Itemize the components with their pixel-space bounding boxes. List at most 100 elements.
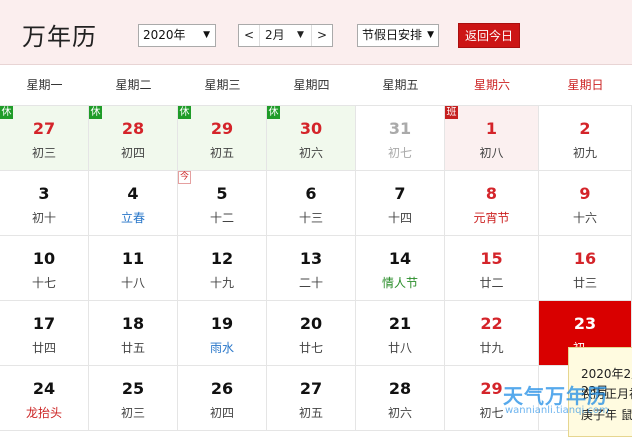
day-cell[interactable]: 7 十四 <box>356 171 445 236</box>
lunar-date: 初八 <box>479 146 504 160</box>
day-cell[interactable]: 26 初四 <box>178 366 267 431</box>
day-number: 2 <box>579 119 591 138</box>
day-number: 14 <box>388 249 412 268</box>
day-number: 16 <box>573 249 597 268</box>
day-cell[interactable]: 3 初十 <box>0 171 89 236</box>
day-cell[interactable]: 18 廿五 <box>89 301 178 366</box>
month-selector[interactable]: < 2月 ▼ > <box>238 24 333 47</box>
lunar-date: 初四 <box>209 406 234 420</box>
lunar-date: 初三 <box>31 146 56 160</box>
day-number: 8 <box>485 184 498 203</box>
day-number: 29 <box>210 119 234 138</box>
weekday-label: 星期一 <box>26 78 63 92</box>
lunar-date: 初七 <box>387 146 412 160</box>
lunar-date: 廿三 <box>572 276 597 290</box>
day-number: 11 <box>121 249 145 268</box>
day-cell[interactable]: 25 初三 <box>89 366 178 431</box>
lunar-date: 廿二 <box>479 276 504 290</box>
lunar-date: 十六 <box>572 211 597 225</box>
day-cell[interactable]: 休 28 初四 <box>89 106 178 171</box>
lunar-date: 十三 <box>298 211 323 225</box>
day-number: 23 <box>573 314 597 333</box>
day-cell[interactable]: 8 元宵节 <box>445 171 539 236</box>
day-number: 26 <box>210 379 234 398</box>
day-number: 21 <box>388 314 412 333</box>
day-number: 24 <box>32 379 56 398</box>
day-number: 9 <box>579 184 591 203</box>
day-cell[interactable]: 班 1 初八 <box>445 106 539 171</box>
day-cell[interactable]: 21 廿八 <box>356 301 445 366</box>
back-to-today-button[interactable]: 返回今日 <box>458 23 520 48</box>
lunar-date: 初九 <box>572 146 597 160</box>
lunar-date: 初六 <box>387 406 412 420</box>
holiday-select[interactable]: 节假日安排 ▼ <box>357 24 439 47</box>
day-number: 17 <box>32 314 56 333</box>
day-cell[interactable]: 4 立春 <box>89 171 178 236</box>
day-cell[interactable]: 20 廿七 <box>267 301 356 366</box>
lunar-date: 廿五 <box>120 341 145 355</box>
day-cell[interactable]: 17 廿四 <box>0 301 89 366</box>
rest-badge: 休 <box>89 106 102 119</box>
weekday-label: 星期五 <box>382 78 419 92</box>
day-cell[interactable]: 15 廿二 <box>445 236 539 301</box>
month-select-value[interactable]: 2月 <box>265 25 285 46</box>
day-number: 30 <box>299 119 323 138</box>
chevron-down-icon: ▼ <box>297 30 304 40</box>
day-cell[interactable]: 14 情人节 <box>356 236 445 301</box>
day-number: 27 <box>32 119 56 138</box>
lunar-date: 初五 <box>298 406 323 420</box>
rest-badge: 休 <box>0 106 13 119</box>
lunar-date: 廿七 <box>298 341 323 355</box>
day-cell[interactable]: 22 廿九 <box>445 301 539 366</box>
day-number: 28 <box>388 379 412 398</box>
lunar-date: 十二 <box>209 211 234 225</box>
day-number: 28 <box>121 119 145 138</box>
day-cell[interactable]: 2 初九 <box>539 106 632 171</box>
day-number: 13 <box>299 249 323 268</box>
day-number: 6 <box>305 184 317 203</box>
day-cell[interactable]: 13 二十 <box>267 236 356 301</box>
day-number: 27 <box>299 379 323 398</box>
day-cell[interactable]: 19 雨水 <box>178 301 267 366</box>
weekday-label: 星期日 <box>567 78 604 92</box>
chevron-down-icon: ▼ <box>427 30 434 40</box>
lunar-date: 十九 <box>209 276 234 290</box>
day-cell[interactable]: 24 龙抬头 <box>0 366 89 431</box>
site-watermark-url: wannianli.tianqi.com <box>505 405 609 416</box>
day-number: 1 <box>485 119 498 138</box>
day-cell[interactable]: 31 初七 <box>356 106 445 171</box>
lunar-date: 元宵节 <box>473 211 510 225</box>
day-cell[interactable]: 休 27 初三 <box>0 106 89 171</box>
lunar-date: 二十 <box>298 276 323 290</box>
rest-badge: 休 <box>178 106 191 119</box>
day-cell[interactable]: 9 十六 <box>539 171 632 236</box>
day-cell[interactable]: 休 29 初五 <box>178 106 267 171</box>
lunar-date: 初四 <box>120 146 145 160</box>
day-cell[interactable]: 12 十九 <box>178 236 267 301</box>
year-select-value: 2020年 <box>143 28 186 42</box>
lunar-date: 初三 <box>120 406 145 420</box>
day-number: 4 <box>127 184 139 203</box>
lunar-date: 廿九 <box>479 341 504 355</box>
day-number: 20 <box>299 314 323 333</box>
weekday-label: 星期三 <box>204 78 241 92</box>
day-cell[interactable]: 10 十七 <box>0 236 89 301</box>
day-number: 12 <box>210 249 234 268</box>
day-cell[interactable]: 27 初五 <box>267 366 356 431</box>
day-cell[interactable]: 28 初六 <box>356 366 445 431</box>
day-number: 5 <box>216 184 228 203</box>
lunar-date: 十七 <box>31 276 56 290</box>
lunar-date: 十四 <box>387 211 412 225</box>
prev-month-button[interactable]: < <box>239 25 260 46</box>
lunar-date: 廿八 <box>387 341 412 355</box>
day-cell[interactable]: 16 廿三 <box>539 236 632 301</box>
day-cell[interactable]: 11 十八 <box>89 236 178 301</box>
year-select[interactable]: 2020年 ▼ <box>138 24 216 47</box>
day-number: 25 <box>121 379 145 398</box>
calendar-header: 万年历 2020年 ▼ < 2月 ▼ > 节假日安排 ▼ 返回今日 <box>0 0 632 65</box>
lunar-date: 廿四 <box>31 341 56 355</box>
day-cell[interactable]: 休 30 初六 <box>267 106 356 171</box>
day-cell[interactable]: 今 5 十二 <box>178 171 267 236</box>
day-cell[interactable]: 6 十三 <box>267 171 356 236</box>
next-month-button[interactable]: > <box>311 25 332 46</box>
